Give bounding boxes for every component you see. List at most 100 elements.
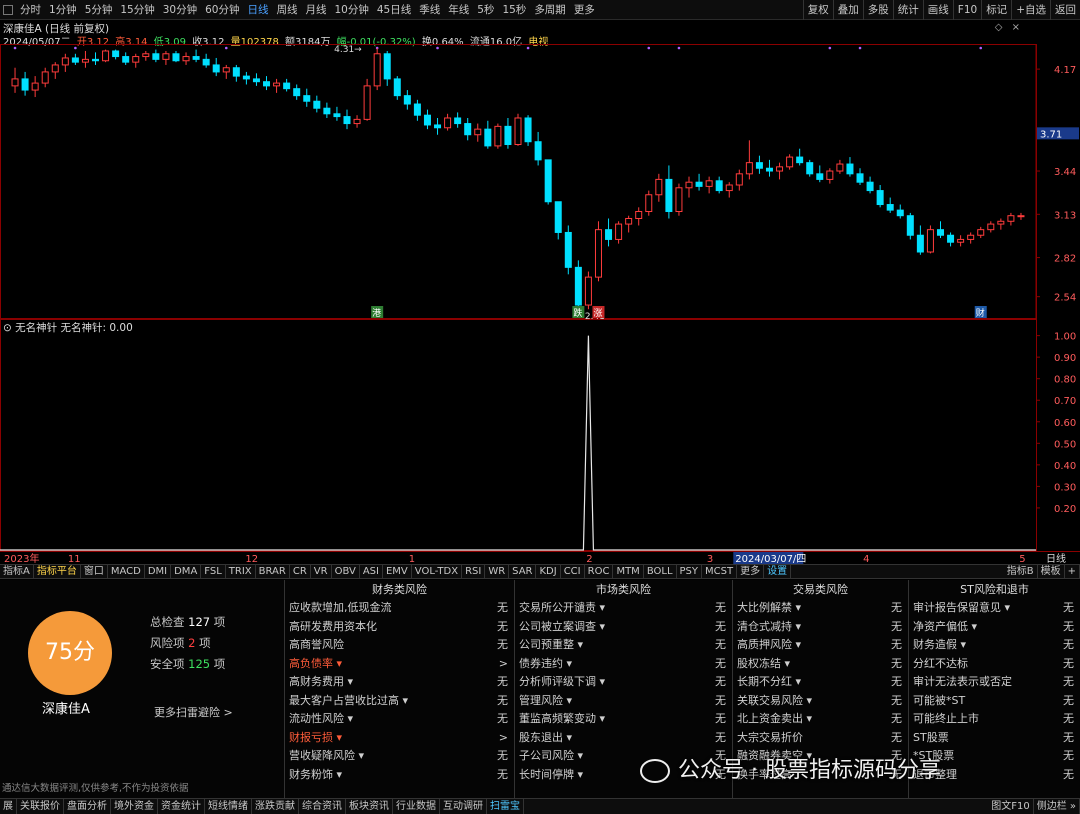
window-icon[interactable] [3,4,13,15]
candle-body[interactable] [755,162,763,169]
candle-body[interactable] [172,53,180,62]
candle-body[interactable] [826,170,834,180]
period-tab[interactable]: 45日线 [373,0,415,20]
risk-item[interactable]: 最大客户占营收比过高 ▾ 无 [285,692,514,711]
period-tab[interactable]: 多周期 [530,0,570,20]
candle-body[interactable] [454,117,462,125]
candle-body[interactable] [474,128,482,136]
candle-body[interactable] [434,124,442,129]
candle-body[interactable] [796,156,804,164]
period-tab[interactable]: 1分钟 [45,0,81,20]
candle-body[interactable] [464,123,472,136]
indicator-tab[interactable]: RSI [462,565,486,578]
indicator-tab[interactable]: FSL [201,565,226,578]
indicator-tab[interactable]: MTM [613,565,644,578]
candle-body[interactable] [605,229,613,240]
status-tab[interactable]: 扫雷宝 [487,799,524,814]
indicator-tab[interactable]: SAR [509,565,537,578]
risk-item[interactable]: 财务粉饰 ▾ 无 [285,766,514,785]
risk-item[interactable]: 审计报告保留意见 ▾ 无 [909,599,1080,618]
risk-item[interactable]: 高研发费用资本化 无 [285,618,514,637]
candle-body[interactable] [675,187,683,213]
toolbar-action-button[interactable]: +自选 [1011,0,1050,20]
status-right-button[interactable]: 图文F10 [988,799,1034,814]
candle-body[interactable] [1017,215,1025,218]
period-tab[interactable]: 15分钟 [116,0,158,20]
candle-body[interactable] [715,180,723,192]
candle-body[interactable] [685,181,693,189]
candle-body[interactable] [132,56,140,63]
toolbar-action-button[interactable]: F10 [952,0,981,20]
candle-body[interactable] [856,173,864,183]
period-tab[interactable]: 季线 [415,0,444,20]
candle-body[interactable] [564,231,572,268]
indicator-tab[interactable]: 指标平台 [34,565,81,578]
candle-body[interactable] [574,266,582,306]
candle-body[interactable] [554,201,562,233]
candle-body[interactable] [936,229,944,236]
candle-body[interactable] [81,58,89,63]
candle-body[interactable] [524,117,532,143]
indicator-tab[interactable]: ASI [360,565,383,578]
risk-item[interactable]: 股东退出 ▾ 无 [515,729,732,748]
candle-body[interactable] [645,194,653,213]
indicator-tab[interactable]: MACD [108,565,145,578]
candle-body[interactable] [615,223,623,240]
candle-body[interactable] [353,118,361,125]
candle-body[interactable] [222,67,230,73]
risk-item[interactable]: 董监高频繁变动 ▾ 无 [515,710,732,729]
toolbar-action-button[interactable]: 标记 [981,0,1011,20]
candle-body[interactable] [71,57,79,63]
candle-body[interactable] [303,95,311,102]
indicator-tab[interactable]: KDJ [536,565,561,578]
candle-body[interactable] [61,57,69,66]
candle-body[interactable] [343,116,351,125]
period-tab[interactable]: 5分钟 [81,0,117,20]
toolbar-action-button[interactable]: 画线 [922,0,953,20]
candle-body[interactable] [514,117,522,146]
period-tab[interactable]: 30分钟 [159,0,201,20]
candle-body[interactable] [745,162,753,175]
indicator-tab[interactable]: 窗口 [81,565,108,578]
candle-body[interactable] [494,125,502,147]
candle-body[interactable] [504,125,512,146]
toolbar-action-button[interactable]: 复权 [802,0,833,20]
indicator-tab[interactable]: ROC [585,565,614,578]
risk-item[interactable]: 财务造假 ▾ 无 [909,636,1080,655]
candle-body[interactable] [866,181,874,192]
indicator-tab[interactable]: CCI [561,565,585,578]
period-tab[interactable]: 周线 [273,0,302,20]
status-tab[interactable]: 关联报价 [17,799,64,814]
period-tab[interactable]: 10分钟 [331,0,373,20]
candle-body[interactable] [21,78,29,91]
risk-item[interactable]: 高质押风险 ▾ 无 [733,636,908,655]
candle-body[interactable] [876,190,884,206]
risk-item[interactable]: 高财务费用 ▾ 无 [285,673,514,692]
risk-item[interactable]: 可能被*ST 无 [909,692,1080,711]
candle-body[interactable] [393,78,401,97]
candle-body[interactable] [182,56,190,62]
candle-body[interactable] [625,217,633,225]
candle-body[interactable] [92,58,100,62]
candle-body[interactable] [373,53,381,87]
risk-item[interactable]: 管理风险 ▾ 无 [515,692,732,711]
risk-item[interactable]: 分红不达标 无 [909,655,1080,674]
candle-body[interactable] [725,184,733,192]
candle-body[interactable] [655,178,663,196]
candle-body[interactable] [313,100,321,109]
indicator-tab[interactable]: VOL-TDX [412,565,463,578]
candle-body[interactable] [544,159,552,203]
candle-body[interactable] [232,67,240,77]
risk-item[interactable]: 股权冻结 ▾ 无 [733,655,908,674]
risk-item[interactable]: 长期不分红 ▾ 无 [733,673,908,692]
indicator-tab[interactable]: OBV [332,565,360,578]
period-tab[interactable]: 分时 [16,0,45,20]
candle-body[interactable] [534,141,542,161]
candle-body[interactable] [896,209,904,217]
risk-item[interactable]: 营收疑降风险 ▾ 无 [285,747,514,766]
indicator-tab[interactable]: DMI [145,565,172,578]
candle-body[interactable] [947,234,955,243]
candle-body[interactable] [665,178,673,213]
toolbar-action-button[interactable]: 返回 [1050,0,1080,20]
candle-body[interactable] [41,71,49,84]
